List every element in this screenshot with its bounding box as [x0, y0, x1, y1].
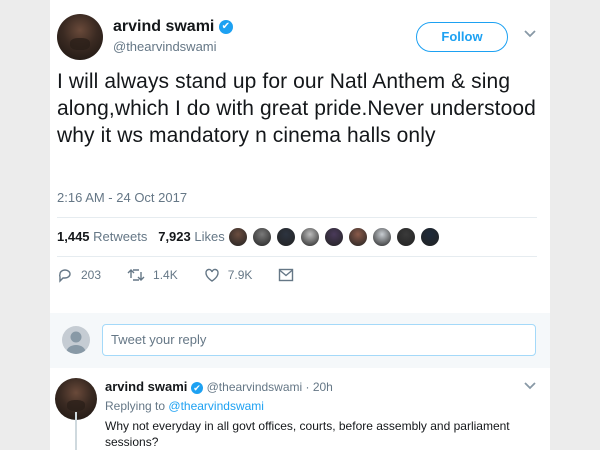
like-action[interactable]: 7.9K [204, 267, 253, 283]
chevron-down-icon[interactable] [522, 378, 538, 394]
reply-tweet[interactable]: arvind swami ✔ @thearvindswami · 20h Rep… [50, 368, 550, 450]
tweet-timestamp[interactable]: 2:16 AM - 24 Oct 2017 [57, 190, 187, 205]
retweets-label: Retweets [93, 229, 148, 244]
reply-composer: Tweet your reply [50, 313, 550, 368]
likes-label: Likes [194, 229, 225, 244]
author-avatar[interactable] [57, 14, 103, 60]
tweet-actions: 203 1.4K 7.9K [57, 267, 328, 283]
divider [57, 256, 537, 257]
current-user-avatar [62, 326, 90, 354]
likes-stat[interactable]: 7,923 Likes [158, 229, 225, 244]
heart-icon [205, 268, 219, 282]
likers-avatars[interactable] [228, 227, 444, 247]
thread-line [75, 412, 77, 450]
likes-short-count: 7.9K [227, 268, 253, 282]
reply-action[interactable]: 203 [57, 267, 101, 283]
tweet-text: I will always stand up for our Natl Anth… [57, 70, 536, 147]
reply-icon [59, 269, 71, 283]
retweet-icon [127, 269, 145, 281]
verified-badge-icon: ✔ [191, 381, 203, 394]
retweets-count: 1,445 [57, 229, 90, 244]
author-name[interactable]: arvind swami [113, 18, 214, 35]
replying-to-handle-link[interactable]: @thearvindswami [168, 399, 264, 413]
retweet-stat[interactable]: 1,445 Retweets [57, 229, 147, 244]
chevron-down-icon[interactable] [522, 26, 538, 42]
reply-text: Why not everyday in all govt offices, co… [105, 419, 510, 449]
reply-author-name[interactable]: arvind swami [105, 379, 187, 394]
tweet-card: arvind swami ✔ @thearvindswami Follow I … [50, 0, 550, 450]
liker-avatar[interactable] [276, 227, 296, 247]
liker-avatar[interactable] [348, 227, 368, 247]
reply-handle-time[interactable]: @thearvindswami · 20h [207, 380, 333, 394]
follow-button[interactable]: Follow [416, 22, 508, 52]
author-info[interactable]: arvind swami ✔ [113, 18, 233, 36]
author-handle[interactable]: @thearvindswami [113, 39, 217, 54]
retweet-action[interactable]: 1.4K [127, 267, 178, 283]
liker-avatar[interactable] [420, 227, 440, 247]
replying-to: Replying to @thearvindswami [105, 399, 264, 413]
replying-to-prefix: Replying to [105, 399, 166, 413]
retweets-short-count: 1.4K [153, 268, 178, 282]
liker-avatar[interactable] [324, 227, 344, 247]
liker-avatar[interactable] [396, 227, 416, 247]
engagement-stats: 1,445 Retweets 7,923 Likes [57, 229, 225, 244]
liker-avatar[interactable] [372, 227, 392, 247]
direct-message-action[interactable] [278, 268, 302, 282]
likes-count: 7,923 [158, 229, 191, 244]
reply-header: arvind swami ✔ @thearvindswami · 20h [105, 379, 333, 394]
divider [57, 217, 537, 218]
replies-count: 203 [81, 268, 102, 282]
liker-avatar[interactable] [252, 227, 272, 247]
envelope-icon [279, 268, 294, 282]
verified-badge-icon: ✔ [218, 19, 233, 34]
reply-input[interactable]: Tweet your reply [102, 324, 536, 356]
liker-avatar[interactable] [228, 227, 248, 247]
liker-avatar[interactable] [300, 227, 320, 247]
